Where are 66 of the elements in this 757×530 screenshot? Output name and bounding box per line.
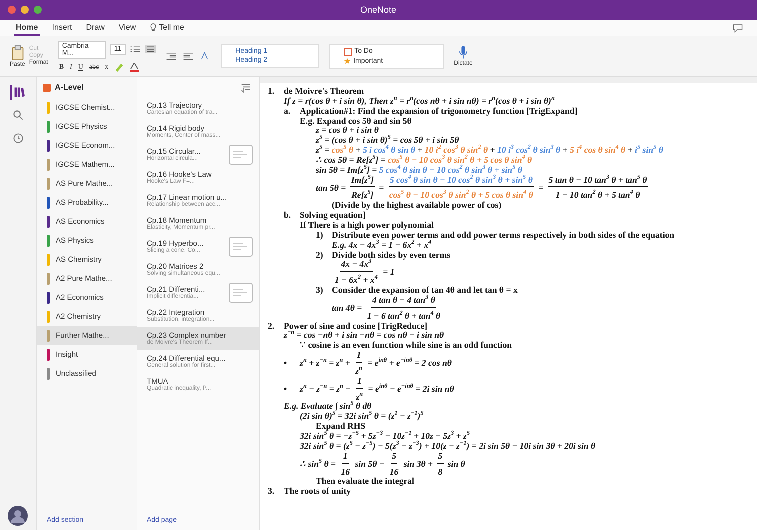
- list-marker: 1.: [268, 87, 276, 97]
- indent-icon[interactable]: [182, 52, 194, 60]
- zoom-icon[interactable]: [34, 6, 42, 14]
- comment-icon[interactable]: [733, 24, 743, 32]
- list-marker: 2.: [268, 322, 276, 332]
- formula: E.g. Evaluate ∫ sin$^{5}$ θ dθ: [284, 402, 372, 412]
- formula: z$^{5}$ = cos$^{5}$ θ + 5 i cos$^{4}$ θ sin θ + 10 i$^{2}$ cos$^{3}$ θ sin$^{2}$ θ + 10 i$^{3}$ cos$^{2}$ θ sin$^{3}$ θ + 5 i$^{4}$ cos θ sin$^{4}$ θ + i$^{5}$ sin$^{5}$ θ: [316, 146, 664, 156]
- list-marker: b.: [284, 211, 292, 221]
- formula: (2i sin θ)$^{5}$ = 32i sin$^{5}$ θ = (z$^{1}$ − z$^{−1}$)$^{5}$: [300, 412, 424, 422]
- minimize-icon[interactable]: [21, 6, 29, 14]
- note-heading: The roots of unity: [284, 487, 352, 498]
- avatar-icon[interactable]: [8, 506, 28, 526]
- search-icon[interactable]: [10, 108, 26, 123]
- notebooks-icon[interactable]: [10, 85, 26, 100]
- outdent-icon[interactable]: [166, 52, 177, 60]
- lightbulb-icon: [150, 22, 158, 32]
- note-heading: Application#1: Find the expansion of trigonometry function [TrigExpand]: [300, 106, 578, 117]
- list-marker: 1): [316, 230, 324, 241]
- formula: 32i sin$^{5}$ θ = −z$^{−5}$ + 5z$^{−3}$ − 10z$^{−1}$ + 10z − 5z$^{3}$ + z$^{5}$: [300, 432, 470, 441]
- list-marker: •: [284, 384, 288, 395]
- clipboard-icon: [10, 44, 25, 60]
- note-text: (Divide by the highest available power of cos): [332, 201, 502, 212]
- formula: tan 5θ = Im[z$^{5}$] Re[z$^{5}$] = 5 cos$^{4}$ θ sin θ − 10 cos$^{2}$ θ sin$^{3}$ θ + sin$^{5}$ θ cos$^{5}$ θ − 10 cos$^{3}$ θ sin$^{2}$ θ + 5 cos θ sin$^{4}$ θ = 5 tan θ − 10 tan$^{3}$ θ + tan$^{5}$ θ 1 − 10 tan$^{2}$ θ + 5 tan$^{4}$ θ: [316, 176, 650, 202]
- note-text: If There is a high power polynomial: [300, 220, 434, 231]
- note-heading: Power of sine and cosine [TrigReduce]: [284, 322, 428, 332]
- notebook-dropdown[interactable]: A-Level: [43, 83, 84, 92]
- note-text: Distribute even power terms and odd power terms respectively in both sides of the equation: [332, 230, 675, 240]
- formula: z$^{−n}$ = cos −nθ + i sin −nθ = cos nθ − i sin nθ: [284, 331, 444, 342]
- formula: E.g. 4x − 4x$^{3}$ = 1 − 6x$^{2}$ + x$^{4}$: [332, 240, 432, 250]
- list-marker: 3.: [268, 487, 276, 498]
- formula: z$^{n}$ + z$^{−n}$ = z$^{n}$ + 1 z$^{n}$ = e$^{inθ}$ + e$^{−inθ}$ = 2 cos nθ: [300, 351, 452, 377]
- formula: 32i sin$^{5}$ θ = (z$^{5}$ − z$^{−5}$) − 5(z$^{3}$ − z$^{−3}$) + 10(z − z$^{−1}$) = 2i sin 5θ − 10i sin 3θ + 20i sin θ: [300, 442, 596, 452]
- menu-tab[interactable]: Tell me: [148, 20, 186, 36]
- note-text: E.g. Expand cos 5θ and sin 5θ: [300, 116, 412, 126]
- menu-tab[interactable]: Insert: [50, 20, 74, 36]
- note-text: Then evaluate the integral: [316, 477, 414, 488]
- formula: ∴ cos 5θ = Re[z$^{5}$] = cos$^{5}$ θ − 10 cos$^{3}$ θ sin$^{2}$ θ + 5 cos θ sin$^{4}$ θ: [316, 156, 532, 165]
- list-marker: 3): [316, 286, 324, 296]
- menu-tab[interactable]: View: [116, 20, 138, 36]
- note-text: ∵ cosine is an even function while sine is an odd function: [300, 341, 512, 352]
- formula: sin 5θ = Im[z$^{5}$] = 5 cos$^{4}$ θ sin θ − 10 cos$^{2}$ θ sin$^{3}$ θ + sin$^{5}$ θ: [316, 166, 522, 175]
- font-color-icon[interactable]: [128, 62, 140, 72]
- list-marker: a.: [284, 106, 292, 117]
- window-title: OneNote: [359, 5, 398, 15]
- close-icon[interactable]: [8, 6, 16, 14]
- checkbox-icon: [344, 48, 352, 56]
- formula: 4x − 4x$^{3}$ 1 − 6x$^{2}$ + x$^{4}$ = 1: [334, 260, 395, 286]
- microphone-icon: [458, 45, 468, 60]
- note-text: Expand RHS: [316, 422, 366, 432]
- menu-tab[interactable]: Draw: [84, 20, 107, 36]
- formula: z$^{n}$ − z$^{−n}$ = z$^{n}$ − 1 z$^{n}$ = e$^{inθ}$ − e$^{−inθ}$ = 2i sin nθ: [300, 376, 454, 402]
- list-marker: 2): [316, 250, 324, 260]
- formula: ∴ sin$^{5}$ θ = 1 16 sin 5θ − 5 16 sin 3θ + 5 8 sin θ: [300, 452, 466, 478]
- star-icon: [344, 58, 351, 64]
- formula: tan 4θ = 4 tan θ − 4 tan$^{3}$ θ 1 − 6 tan$^{2}$ θ + tan$^{4}$ θ: [332, 296, 442, 322]
- formula: z = cos θ + i sin θ: [316, 126, 379, 136]
- formula: If z = r(cos θ + i sin θ), Then z$^{n}$ = r$^{n}$(cos nθ + i sin nθ) = r$^{n}$(cos θ + i sin θ)$^{n}$: [284, 96, 555, 107]
- formula: z$^{5}$ = (cos θ + i sin θ)$^{5}$ = cos 5θ + i sin 5θ: [316, 136, 460, 146]
- note-heading: de Moivre's Theorem: [284, 87, 364, 97]
- note-text: Consider the expansion of tan 4θ and let tan θ = x: [332, 286, 518, 296]
- clock-icon[interactable]: [10, 131, 26, 146]
- sort-icon[interactable]: [241, 83, 251, 93]
- bullet-list-icon[interactable]: [130, 45, 141, 54]
- note-heading: Solving equation]: [300, 211, 366, 221]
- list-marker: •: [284, 359, 288, 369]
- note-text: Divide both sides by even terms: [332, 250, 451, 260]
